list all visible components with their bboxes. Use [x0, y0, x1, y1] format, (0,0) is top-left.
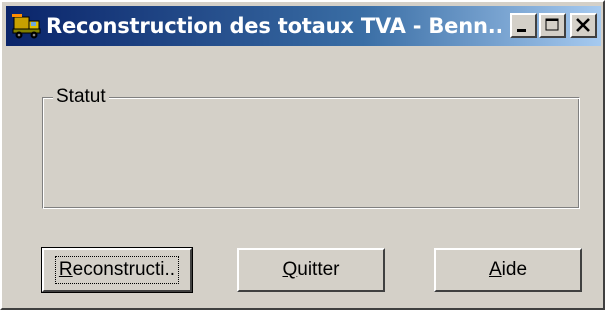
truck-icon: [12, 11, 42, 41]
help-button-mnemonic: A: [488, 259, 502, 280]
reconstruct-button-label: econstructi..: [72, 259, 176, 280]
status-groupbox: [42, 97, 580, 209]
reconstruct-button-focus: Reconstructi..: [54, 256, 180, 284]
dialog-window: Reconstruction des totaux TVA - Benn...: [0, 0, 605, 310]
quit-button-label: uitter: [297, 259, 340, 280]
maximize-button[interactable]: [539, 13, 566, 38]
window-title: Reconstruction des totaux TVA - Benn...: [46, 14, 501, 38]
status-group-label: Statut: [53, 86, 109, 108]
minimize-button[interactable]: [510, 13, 537, 38]
quit-button-mnemonic: Q: [282, 259, 298, 280]
reconstruct-button-mnemonic: R: [58, 259, 73, 280]
help-button-label: ide: [501, 259, 528, 280]
help-button[interactable]: Aide: [434, 248, 582, 292]
reconstruct-button[interactable]: Reconstructi..: [41, 247, 193, 293]
close-button[interactable]: [570, 13, 597, 38]
quit-button[interactable]: Quitter: [237, 248, 385, 292]
title-bar[interactable]: Reconstruction des totaux TVA - Benn...: [6, 6, 601, 46]
